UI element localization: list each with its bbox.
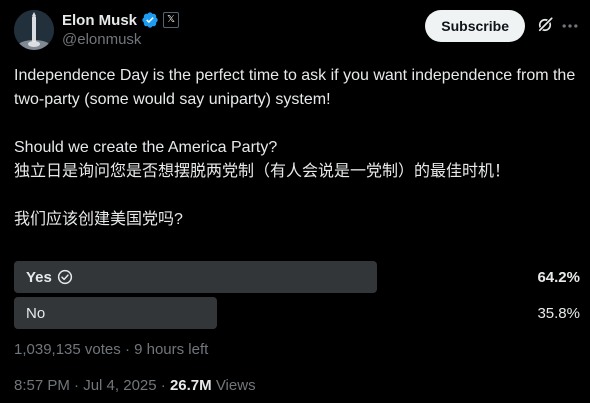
subscribe-button[interactable]: Subscribe xyxy=(425,10,525,42)
name-row: Elon Musk 𝕏 xyxy=(62,10,180,30)
poll-votes: 1,039,135 votes xyxy=(14,341,121,358)
timestamp-row: 8:57 PM · Jul 4, 2025 · 26.7M Views xyxy=(14,377,256,394)
poll: Yes 64.2% No 35.8% xyxy=(14,261,580,333)
views-count: 26.7M xyxy=(169,377,212,394)
poll-label-no: No xyxy=(26,297,45,329)
poll-option-yes[interactable]: Yes 64.2% xyxy=(14,261,580,293)
tweet-header: Elon Musk 𝕏 @elonmusk Subscribe xyxy=(14,8,580,52)
poll-option-no[interactable]: No 35.8% xyxy=(14,297,580,329)
poll-option-label: No xyxy=(26,304,46,322)
grok-icon[interactable] xyxy=(536,16,554,34)
rocket-launch-avatar-icon xyxy=(14,10,54,50)
tweet-paragraph-2: Should we create the America Party? xyxy=(14,139,278,156)
views-label: Views xyxy=(215,377,256,394)
poll-time-left: 9 hours left xyxy=(134,341,209,358)
post-time[interactable]: 8:57 PM xyxy=(14,377,70,394)
verified-badge-icon xyxy=(142,12,158,28)
tweet-text: Independence Day is the perfect time to … xyxy=(14,64,580,232)
poll-meta: 1,039,135 votes · 9 hours left xyxy=(14,341,208,358)
check-circle-icon xyxy=(57,269,72,285)
more-options-icon[interactable] xyxy=(560,16,580,36)
ellipsis-icon xyxy=(562,24,578,28)
separator-dot: · xyxy=(160,377,166,394)
x-affiliation-badge-icon[interactable]: 𝕏 xyxy=(163,12,180,28)
separator-dot: · xyxy=(74,377,80,394)
post-date[interactable]: Jul 4, 2025 xyxy=(83,377,156,394)
separator-dot: · xyxy=(124,341,130,358)
handle[interactable]: @elonmusk xyxy=(62,31,141,48)
display-name[interactable]: Elon Musk xyxy=(62,12,137,29)
tweet-paragraph-4: 我们应该创建美国党吗? xyxy=(14,211,183,228)
tweet-paragraph-3: 独立日是询问您是否想摆脱两党制（有人会说是一党制）的最佳时机！ xyxy=(14,163,511,180)
avatar[interactable] xyxy=(14,10,54,50)
poll-percent-no: 35.8% xyxy=(537,304,580,322)
tweet-paragraph-1: Independence Day is the perfect time to … xyxy=(14,67,576,108)
poll-option-label: Yes xyxy=(26,268,52,286)
poll-label-yes: Yes xyxy=(26,261,74,293)
poll-percent-yes: 64.2% xyxy=(537,268,580,286)
